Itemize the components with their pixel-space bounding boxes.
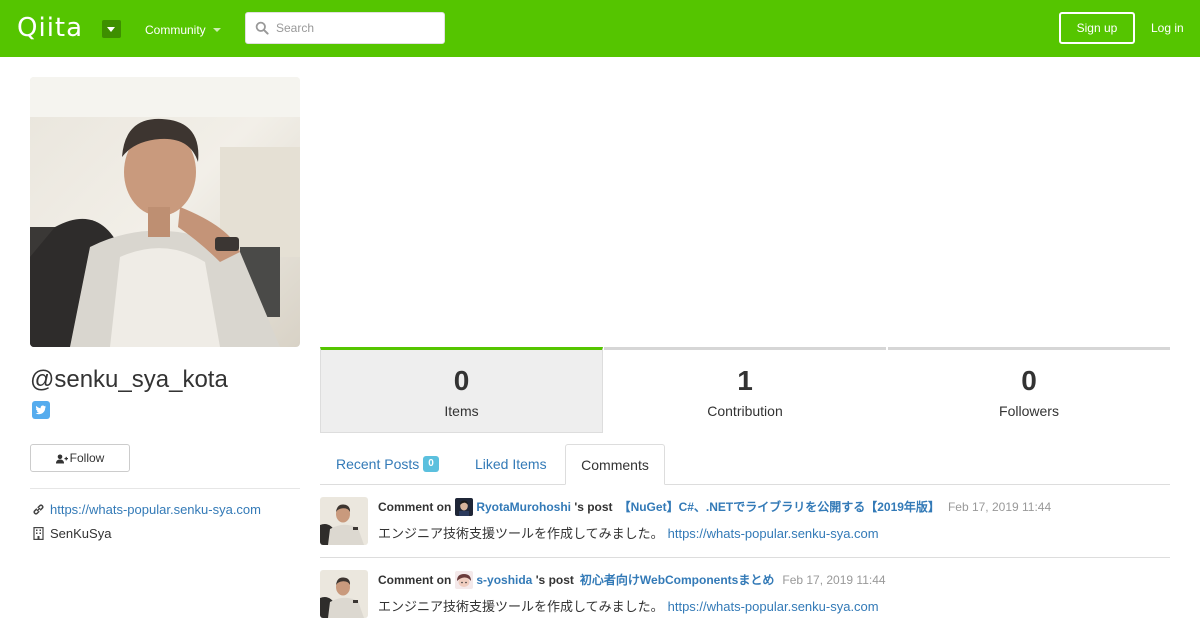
sign-up-button[interactable]: Sign up: [1059, 12, 1135, 44]
log-in-link[interactable]: Log in: [1151, 20, 1184, 36]
comment-prefix: Comment on: [378, 572, 452, 587]
building-icon: [33, 527, 44, 540]
organization-name: SenKuSya: [50, 526, 112, 541]
comment-header: Comment on s-yoshida 's post 初心者向けWebCompo…: [378, 570, 886, 589]
comment-timestamp: Feb 17, 2019 11:44: [947, 499, 1052, 514]
stat-contribution-value: 1: [737, 365, 753, 396]
comment-divider: [320, 557, 1170, 558]
commenter-avatar[interactable]: [320, 497, 368, 545]
post-author-link[interactable]: RyotaMurohoshi: [476, 500, 571, 514]
stat-followers-value: 0: [1021, 365, 1037, 396]
link-icon: [33, 504, 44, 515]
comment-link[interactable]: https://whats-popular.senku-sya.com: [668, 526, 879, 541]
stat-contribution-label: Contribution: [707, 403, 783, 419]
post-title-link[interactable]: 【NuGet】C#、.NETでライブラリを公開する【2019年版】: [619, 500, 940, 514]
twitter-icon[interactable]: [32, 401, 50, 419]
tab-recent-posts-label: Recent Posts: [336, 456, 420, 472]
comment-body: エンジニア技術支援ツールを作成してみました。 https://whats-popu…: [378, 525, 879, 543]
search-box: [245, 12, 445, 44]
comment-text: エンジニア技術支援ツールを作成してみました。: [378, 526, 664, 541]
recent-posts-count-badge: 0: [423, 456, 439, 473]
comment-timestamp: Feb 17, 2019 11:44: [782, 572, 886, 587]
community-menu[interactable]: Community: [145, 22, 206, 38]
post-author-link[interactable]: s-yoshida: [476, 573, 532, 587]
tab-liked-items[interactable]: Liked Items: [475, 444, 547, 485]
chevron-down-icon: [213, 28, 221, 32]
sidebar-divider: [30, 488, 300, 489]
follow-button[interactable]: Follow: [30, 444, 130, 472]
add-user-icon: [55, 454, 68, 464]
post-title-link[interactable]: 初心者向けWebComponentsまとめ: [580, 573, 774, 587]
comment-link[interactable]: https://whats-popular.senku-sya.com: [668, 599, 879, 614]
stat-items-value: 0: [453, 365, 470, 396]
search-input[interactable]: [276, 13, 441, 43]
website-link[interactable]: https://whats-popular.senku-sya.com: [50, 502, 261, 518]
tab-recent-posts[interactable]: Recent Posts 0: [336, 444, 439, 485]
comment-prefix: Comment on: [378, 499, 452, 514]
search-icon: [255, 21, 269, 35]
comment-post-word: 's post: [574, 499, 613, 514]
qiita-logo[interactable]: Qiita: [17, 13, 83, 43]
stat-followers-label: Followers: [999, 403, 1059, 419]
profile-avatar: [30, 77, 300, 347]
logo-dropdown-button[interactable]: [102, 20, 121, 38]
comment-header: Comment on RyotaMurohoshi 's post 【NuGet】C…: [378, 497, 1052, 516]
tab-comments[interactable]: Comments: [565, 444, 665, 485]
stat-followers[interactable]: 0 Followers: [888, 347, 1170, 433]
follow-button-label: Follow: [69, 451, 105, 465]
top-nav-bar: Qiita Community Sign up Log in: [0, 0, 1200, 57]
comment-body: エンジニア技術支援ツールを作成してみました。 https://whats-popu…: [378, 598, 879, 616]
comment-item: Comment on s-yoshida 's post 初心者向けWebCompo…: [320, 570, 1170, 630]
stat-items[interactable]: 0 Items: [320, 347, 603, 433]
comment-text: エンジニア技術支援ツールを作成してみました。: [378, 599, 664, 614]
post-author-avatar[interactable]: [455, 570, 474, 589]
comment-item: Comment on RyotaMurohoshi 's post 【NuGet】C…: [320, 497, 1170, 570]
stat-contribution[interactable]: 1 Contribution: [604, 347, 886, 433]
profile-username: @senku_sya_kota: [30, 366, 228, 393]
commenter-avatar[interactable]: [320, 570, 368, 618]
tabs-divider: [320, 484, 1170, 485]
post-author-avatar[interactable]: [455, 497, 474, 516]
comment-post-word: 's post: [535, 572, 574, 587]
stat-items-label: Items: [444, 403, 479, 419]
